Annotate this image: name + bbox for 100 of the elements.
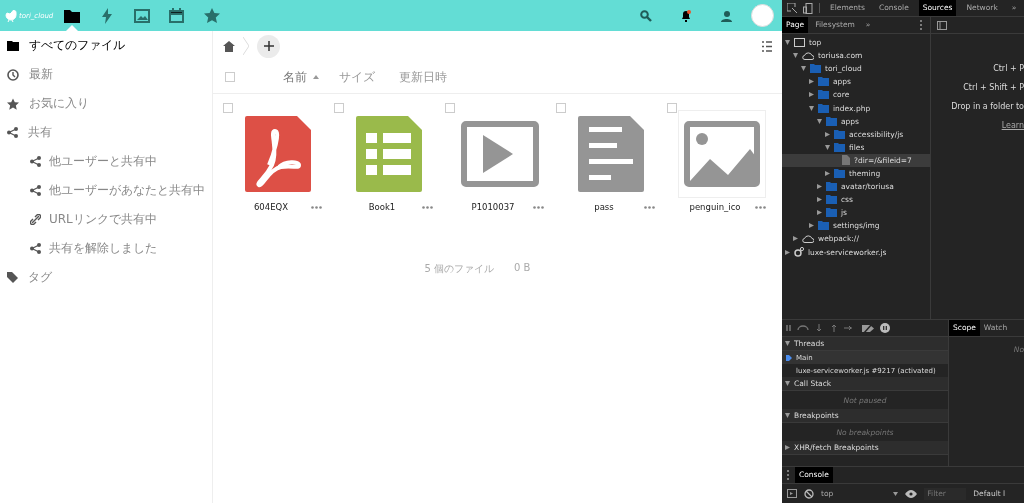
sidebar-item[interactable]: 最新 — [0, 60, 212, 89]
triangle-icon — [785, 341, 790, 346]
column-header[interactable]: 名前 — [283, 68, 319, 86]
total-size-text: 0 B — [514, 262, 531, 275]
shortcut-hint: Ctrl + Shift + P — [963, 83, 1024, 92]
triangle-icon — [809, 223, 814, 229]
triangle-icon — [809, 79, 814, 85]
frame-icon — [794, 38, 805, 48]
add-button[interactable] — [257, 34, 280, 58]
inspect-icon[interactable] — [787, 3, 797, 13]
triangle-icon — [817, 210, 822, 216]
sidebar-item[interactable]: URLリンクで共有中 — [0, 205, 212, 234]
spreadsheet-file-icon[interactable] — [356, 115, 422, 192]
triangle-icon — [825, 144, 830, 150]
contacts-icon[interactable] — [720, 9, 733, 22]
folder-icon — [826, 208, 837, 218]
folder-icon — [818, 103, 829, 113]
shortcut-hint: Ctrl + P — [993, 64, 1024, 73]
cloud-icon — [802, 51, 814, 60]
triangle-icon — [817, 118, 822, 124]
sidebar-item[interactable]: すべてのファイル — [0, 31, 212, 60]
folder-icon — [826, 116, 837, 126]
triangle-icon — [785, 413, 790, 418]
gear-icon — [794, 247, 804, 258]
triangle-icon — [785, 445, 790, 450]
triangle-icon — [817, 184, 822, 190]
triangle-icon — [793, 236, 798, 242]
star-icon — [203, 8, 220, 23]
file-name[interactable]: Book1 — [350, 202, 414, 212]
sidebar-item[interactable]: 他ユーザーと共有中 — [0, 147, 212, 176]
select-all-checkbox[interactable] — [225, 72, 235, 82]
triangle-icon — [785, 381, 790, 386]
file-name[interactable]: pass — [572, 202, 636, 212]
link-icon — [30, 214, 41, 225]
folder-icon — [834, 169, 845, 178]
folder-icon — [818, 90, 829, 100]
file-checkbox[interactable] — [223, 103, 233, 113]
clear-icon[interactable] — [804, 488, 814, 499]
cloud-icon — [802, 234, 814, 243]
triangle-icon — [809, 105, 814, 111]
text-file-icon[interactable] — [578, 115, 644, 192]
sidebar-item[interactable]: 他ユーザーがあなたと共有中 — [0, 176, 212, 205]
sort-arrow-icon — [313, 75, 319, 79]
home-icon[interactable] — [223, 40, 235, 52]
bird-logo-icon — [4, 9, 18, 22]
triangle-icon — [825, 171, 830, 176]
shortcut-hint: Drop in a folder to — [951, 102, 1024, 111]
folder-icon — [826, 195, 837, 205]
image-file-icon[interactable] — [678, 109, 766, 198]
more-icon[interactable] — [533, 205, 544, 209]
file-checkbox[interactable] — [334, 103, 344, 113]
bell-icon[interactable] — [680, 9, 692, 22]
sidebar-item[interactable]: お気に入り — [0, 89, 212, 118]
file-checkbox[interactable] — [556, 103, 566, 113]
file-count-text: 5 個のファイル — [424, 262, 495, 276]
sidebar-toggle-icon[interactable] — [787, 489, 797, 498]
folder-icon — [810, 64, 821, 74]
lightning-icon — [101, 7, 112, 24]
learn-more-link[interactable]: Learn — [1001, 121, 1024, 130]
triangle-icon — [809, 92, 814, 98]
chevron-icon — [243, 37, 249, 55]
folder-icon — [818, 77, 829, 87]
more-icon[interactable] — [755, 205, 766, 209]
share-icon — [30, 243, 41, 254]
triangle-icon — [793, 53, 798, 59]
more-icon[interactable] — [422, 205, 433, 209]
sidebar-item[interactable]: タグ — [0, 263, 212, 292]
calendar-icon — [169, 8, 184, 23]
sidebar-item[interactable]: 共有を解除しました — [0, 234, 212, 263]
folder-icon — [63, 8, 80, 23]
image-icon — [133, 8, 150, 23]
video-file-icon[interactable] — [461, 120, 539, 187]
folder-icon — [834, 129, 845, 139]
device-icon[interactable] — [803, 2, 813, 14]
tag-icon — [7, 272, 18, 283]
triangle-icon — [785, 40, 790, 46]
triangle-icon — [785, 249, 790, 255]
deactivate-breakpoints-icon[interactable] — [862, 323, 874, 333]
share-icon — [30, 156, 41, 167]
share-icon — [30, 185, 41, 196]
file-name[interactable]: 604EQX — [239, 202, 303, 212]
more-icon[interactable] — [644, 205, 655, 209]
pdf-file-icon[interactable] — [245, 115, 311, 192]
star-icon — [7, 97, 19, 110]
current-thread-icon — [786, 354, 792, 361]
list-view-icon[interactable] — [762, 40, 772, 52]
triangle-icon — [801, 66, 806, 72]
file-name[interactable]: P1010037 — [461, 202, 525, 212]
file-checkbox[interactable] — [667, 103, 677, 113]
search-icon[interactable] — [640, 9, 652, 22]
more-icon[interactable] — [311, 205, 322, 209]
triangle-icon — [825, 131, 830, 137]
pause-icon[interactable] — [880, 323, 890, 333]
file-icon — [842, 155, 850, 166]
caret-icon — [893, 491, 899, 496]
file-name[interactable]: penguin_ico — [683, 202, 747, 212]
sidebar-toggle-icon[interactable] — [937, 20, 947, 30]
sidebar-item[interactable]: 共有 — [0, 118, 212, 147]
eye-icon[interactable] — [905, 489, 918, 498]
file-checkbox[interactable] — [445, 103, 455, 113]
